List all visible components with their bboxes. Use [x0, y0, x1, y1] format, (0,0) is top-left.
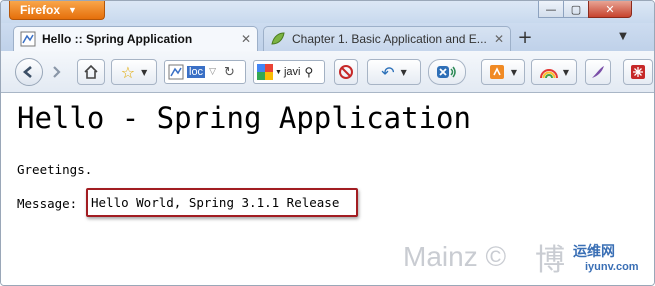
tab-title: Chapter 1. Basic Application and E...	[292, 32, 487, 46]
connect-button[interactable]	[428, 59, 466, 85]
share-arrow-icon: ↶	[381, 62, 395, 82]
greeting-text: Greetings.	[17, 162, 93, 177]
back-button[interactable]	[15, 58, 43, 86]
feather-icon	[592, 66, 604, 78]
leaf-icon	[271, 32, 285, 45]
home-button[interactable]	[77, 59, 105, 85]
chevron-down-icon: ▼	[562, 67, 570, 77]
home-icon	[84, 64, 98, 79]
addon-button[interactable]	[334, 59, 358, 85]
dropdown-arrow-icon: ▼	[68, 5, 77, 15]
address-text[interactable]: loc	[187, 66, 206, 78]
history-dropdown-icon[interactable]: ▽	[209, 67, 216, 77]
red-extension-icon	[631, 65, 645, 79]
firefox-menu-button[interactable]: Firefox ▼	[9, 1, 105, 20]
back-arrow-icon	[22, 66, 32, 78]
title-bar: Firefox ▼ — ▢ ✕	[1, 1, 654, 23]
close-tab-icon[interactable]: ✕	[241, 32, 251, 46]
watermark-author: Mainz ©	[403, 241, 507, 272]
message-label: Message:	[17, 196, 78, 211]
feather-button[interactable]	[585, 59, 611, 85]
star-icon: ☆	[120, 62, 136, 82]
new-tab-button[interactable]: +	[516, 29, 534, 47]
bookmarks-button[interactable]: ☆ ▼	[111, 59, 157, 85]
forward-button[interactable]	[45, 59, 67, 85]
message-value: Hello World, Spring 3.1.1 Release	[91, 195, 340, 210]
address-bar[interactable]: loc ▽ ↻	[164, 60, 246, 84]
extension-button[interactable]	[623, 59, 653, 85]
forward-arrow-icon	[53, 66, 61, 78]
site-identity-icon	[168, 64, 184, 80]
chevron-down-icon[interactable]: ▼	[275, 69, 282, 76]
page-content: Hello - Spring Application Greetings. Me…	[1, 93, 654, 285]
send-button[interactable]: ↶ ▼	[367, 59, 421, 85]
watermark-site-domain: iyunv.com	[585, 261, 639, 273]
tab-title: Hello :: Spring Application	[42, 32, 193, 46]
maximize-button[interactable]: ▢	[563, 1, 589, 18]
message-value-highlight: Hello World, Spring 3.1.1 Release	[86, 188, 358, 217]
page-favicon-icon	[20, 31, 36, 47]
search-bar[interactable]: ▼ javi ⚲	[253, 60, 325, 84]
chevron-down-icon: ▼	[141, 67, 148, 77]
window-controls: — ▢ ✕	[538, 1, 632, 19]
watermark-chinese-char: 博	[535, 243, 565, 278]
tab-hello-spring[interactable]: Hello :: Spring Application ✕	[13, 26, 258, 51]
orange-tool-icon	[489, 65, 504, 79]
watermark-site-cn: 运维网	[573, 244, 615, 260]
browser-window: Firefox ▼ — ▢ ✕ Hello :: Spring Applicat…	[0, 0, 655, 286]
tab-chapter-1[interactable]: Chapter 1. Basic Application and E... ✕	[263, 26, 511, 51]
tab-strip: Hello :: Spring Application ✕ Chapter 1.…	[1, 23, 654, 51]
minimize-button[interactable]: —	[538, 1, 564, 18]
close-window-button[interactable]: ✕	[588, 1, 632, 18]
list-all-tabs-icon[interactable]: ▼	[616, 31, 630, 45]
rss-button[interactable]: ▼	[481, 59, 525, 85]
block-icon	[339, 65, 353, 79]
firefox-menu-label: Firefox	[20, 3, 61, 17]
chevron-down-icon: ▼	[510, 67, 518, 77]
chevron-down-icon: ▼	[400, 67, 407, 77]
search-icon[interactable]: ⚲	[304, 65, 313, 79]
rainbow-icon	[539, 69, 558, 79]
google-icon	[257, 64, 273, 80]
page-title: Hello - Spring Application	[17, 101, 471, 135]
theme-button[interactable]: ▼	[531, 59, 577, 85]
reload-icon[interactable]: ↻	[224, 65, 235, 80]
navigation-toolbar: ☆ ▼ loc ▽ ↻ ▼ javi ⚲ ↶ ▼ ▼ ▼	[1, 51, 654, 93]
broadcast-icon	[437, 66, 456, 78]
close-tab-icon[interactable]: ✕	[494, 32, 504, 46]
watermark-logo: 博 运维网 iyunv.com	[513, 235, 653, 283]
search-text[interactable]: javi	[284, 66, 301, 78]
